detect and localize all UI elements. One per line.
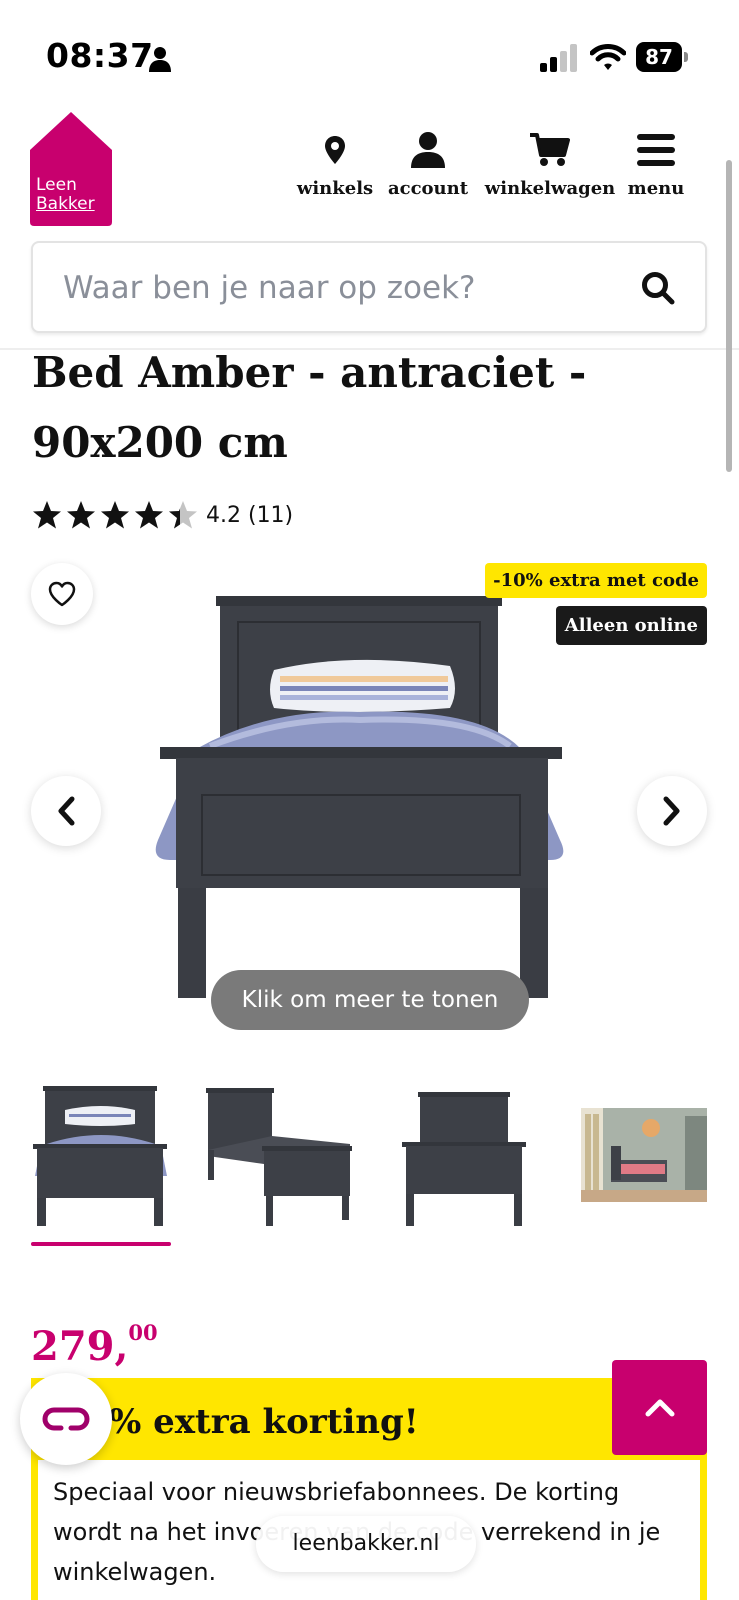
cart-icon <box>530 133 570 166</box>
star-icon <box>135 501 163 529</box>
logo-text-leen: Leen <box>36 175 77 195</box>
price-cents: 00 <box>128 1320 158 1345</box>
heart-icon <box>48 581 76 607</box>
search-input[interactable] <box>63 265 623 311</box>
thumbnail-bed-front[interactable] <box>31 1080 171 1230</box>
nav-account[interactable]: account <box>386 130 470 199</box>
product-price: 279,00 <box>31 1320 158 1370</box>
product-title: Bed Amber - antraciet - 90x200 cm <box>32 348 587 467</box>
gallery-next-button[interactable] <box>637 776 707 846</box>
chevron-left-icon <box>58 796 75 826</box>
product-rating[interactable]: 4.2 (11) <box>32 500 293 530</box>
battery-icon: 87 <box>636 42 688 72</box>
product-image-bed[interactable] <box>150 590 590 1010</box>
leen-bakker-logo[interactable]: Leen Bakker <box>30 112 112 226</box>
show-more-button[interactable]: Klik om meer te tonen <box>211 970 529 1030</box>
loyalty-link-icon <box>42 1407 90 1431</box>
star-icon <box>67 501 95 529</box>
nav-winkelwagen[interactable]: winkelwagen <box>484 130 616 199</box>
status-time: 08:37 <box>46 36 154 75</box>
battery-level: 87 <box>636 42 682 72</box>
favorite-button[interactable] <box>31 563 93 625</box>
scroll-to-top-button[interactable] <box>612 1360 707 1455</box>
star-partial-icon <box>169 501 197 529</box>
logo-text-bakker: Bakker <box>36 194 95 214</box>
search-bar <box>31 241 707 333</box>
page-scrollbar[interactable] <box>726 160 732 472</box>
nav-menu-label: menu <box>627 178 685 199</box>
wifi-icon <box>590 44 626 70</box>
rating-value: 4.2 (11) <box>206 502 294 528</box>
chevron-up-icon <box>645 1399 674 1416</box>
person-icon <box>149 47 171 72</box>
user-icon <box>411 132 445 168</box>
nav-menu[interactable]: menu <box>628 130 684 199</box>
chevron-right-icon <box>663 796 680 826</box>
thumbnail-room-scene[interactable] <box>581 1080 707 1230</box>
promo-code-badge: -10% extra met code <box>485 563 707 598</box>
cellular-signal-icon <box>540 44 577 72</box>
browser-url-bar[interactable]: leenbakker.nl <box>256 1516 476 1572</box>
thumbnail-bed-angle[interactable] <box>204 1080 354 1230</box>
star-icon <box>33 501 61 529</box>
loyalty-button[interactable] <box>20 1373 112 1465</box>
active-thumbnail-indicator <box>31 1242 171 1246</box>
online-only-badge: Alleen online <box>555 606 707 645</box>
nav-winkels-label: winkels <box>296 178 374 199</box>
hamburger-menu-icon <box>637 134 675 166</box>
search-icon[interactable] <box>641 271 675 305</box>
status-bar: 08:37 87 <box>0 0 739 112</box>
gallery-prev-button[interactable] <box>31 776 101 846</box>
discount-heading: % extra korting! <box>109 1402 419 1442</box>
map-pin-icon <box>325 136 345 164</box>
nav-account-label: account <box>387 178 469 199</box>
thumbnail-bed-back[interactable] <box>400 1080 528 1230</box>
nav-winkels[interactable]: winkels <box>296 130 374 199</box>
star-icon <box>101 501 129 529</box>
nav-winkelwagen-label: winkelwagen <box>484 178 616 199</box>
price-euros: 279, <box>31 1323 129 1370</box>
